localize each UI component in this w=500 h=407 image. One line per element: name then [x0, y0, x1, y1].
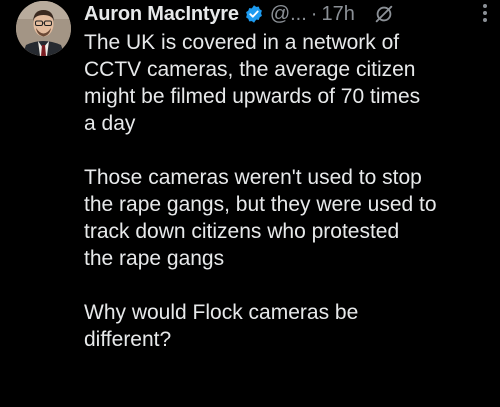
post-header: Auron MacIntyre @... · 17h — [84, 0, 488, 28]
author-name[interactable]: Auron MacIntyre — [84, 3, 239, 26]
text-line: Why would Flock cameras be — [84, 301, 359, 324]
post-paragraph: Why would Flock cameras be different? — [84, 299, 484, 353]
text-line: the rape gangs, but they were used to — [84, 193, 437, 216]
author-handle[interactable]: @... — [270, 3, 307, 26]
post-paragraph: The UK is covered in a network of CCTV c… — [84, 29, 484, 137]
separator-dot: · — [310, 2, 318, 25]
verified-badge-icon — [244, 4, 264, 24]
text-line: different? — [84, 328, 172, 351]
grok-icon[interactable] — [373, 3, 395, 25]
post-paragraph: Those cameras weren't used to stop the r… — [84, 164, 484, 272]
text-line: a day — [84, 112, 136, 135]
avatar[interactable] — [16, 1, 71, 56]
text-line: Those cameras weren't used to stop — [84, 166, 422, 189]
post[interactable]: Auron MacIntyre @... · 17h The UK is cov… — [0, 0, 500, 407]
text-line: track down citizens who protested — [84, 220, 400, 243]
post-text: The UK is covered in a network of CCTV c… — [84, 29, 484, 380]
more-icon[interactable] — [482, 2, 488, 24]
post-timestamp[interactable]: 17h — [321, 3, 354, 26]
text-line: CCTV cameras, the average citizen — [84, 58, 416, 81]
text-line: might be filmed upwards of 70 times — [84, 85, 421, 108]
text-line: the rape gangs — [84, 247, 225, 270]
text-line: The UK is covered in a network of — [84, 31, 400, 54]
